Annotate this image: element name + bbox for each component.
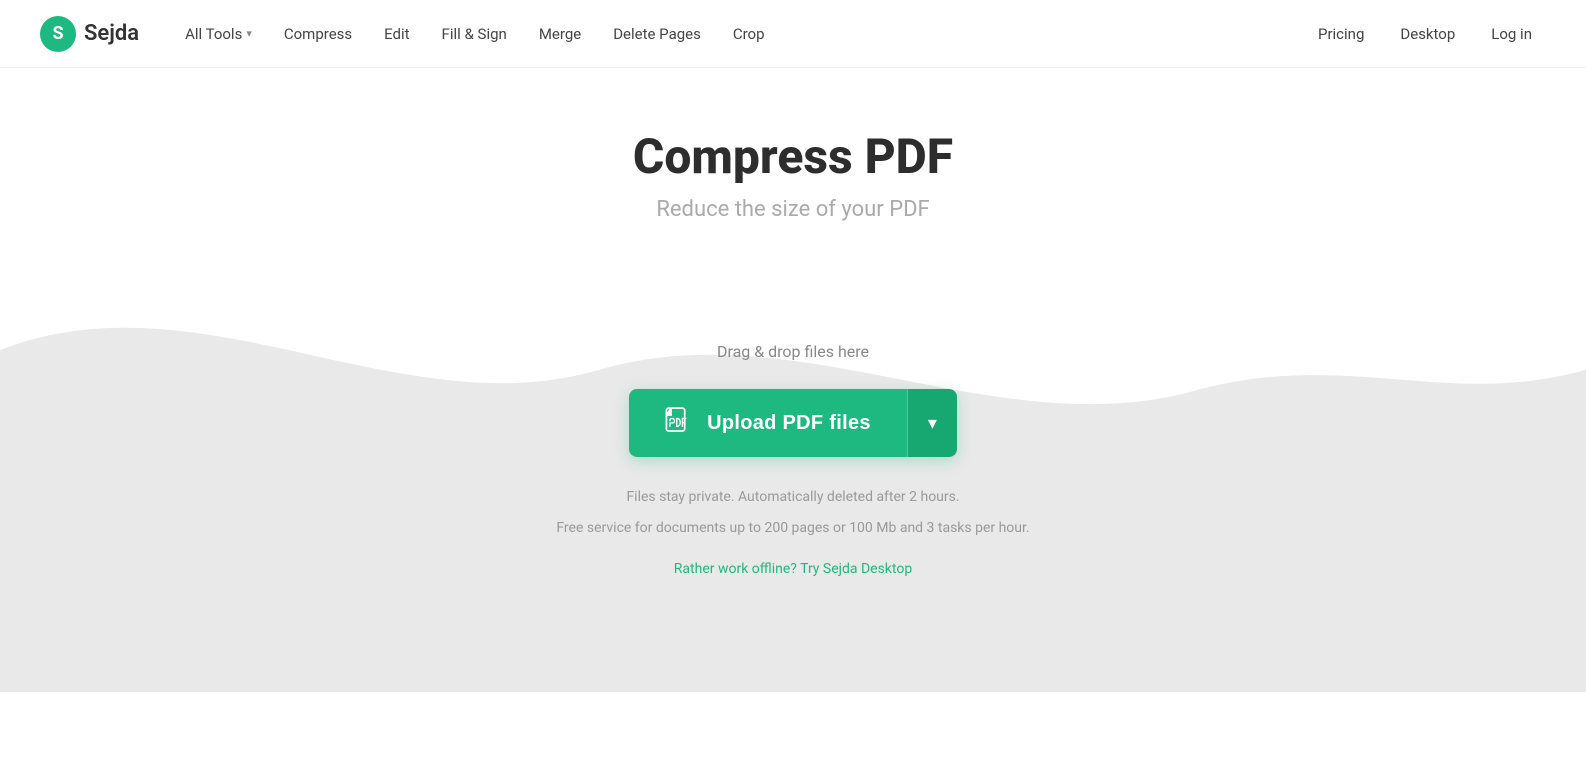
wave-section: Drag & drop files here Upload PDF files … [0, 272, 1586, 692]
nav-right: Pricing Desktop Log in [1304, 17, 1546, 51]
hero-subtitle: Reduce the size of your PDF [20, 197, 1566, 222]
nav-edit[interactable]: Edit [370, 17, 423, 51]
nav-pricing[interactable]: Pricing [1304, 17, 1378, 51]
upload-area: Drag & drop files here Upload PDF files … [0, 272, 1586, 657]
nav-desktop[interactable]: Desktop [1386, 17, 1469, 51]
upload-button-group: Upload PDF files ▾ [629, 389, 957, 457]
hero-section: Compress PDF Reduce the size of your PDF [0, 68, 1586, 252]
privacy-text-line2: Free service for documents up to 200 pag… [556, 516, 1029, 541]
logo-link[interactable]: S Sejda [40, 16, 139, 52]
nav-login[interactable]: Log in [1477, 17, 1546, 51]
offline-link[interactable]: Rather work offline? Try Sejda Desktop [674, 561, 912, 577]
nav-crop[interactable]: Crop [719, 17, 779, 51]
logo-icon: S [40, 16, 76, 52]
brand-name: Sejda [84, 21, 139, 46]
nav-fill-sign[interactable]: Fill & Sign [428, 17, 521, 51]
main-nav: All Tools ▾ Compress Edit Fill & Sign Me… [171, 17, 1304, 51]
nav-compress[interactable]: Compress [270, 17, 366, 51]
nav-all-tools[interactable]: All Tools ▾ [171, 17, 266, 51]
privacy-text-line1: Files stay private. Automatically delete… [626, 485, 959, 510]
upload-dropdown-button[interactable]: ▾ [907, 389, 957, 457]
chevron-down-icon: ▾ [246, 27, 252, 40]
nav-delete-pages[interactable]: Delete Pages [599, 17, 715, 51]
pdf-file-icon [665, 407, 693, 439]
page-title: Compress PDF [20, 128, 1566, 185]
chevron-down-icon: ▾ [928, 413, 937, 434]
upload-pdf-button[interactable]: Upload PDF files [629, 389, 907, 457]
header: S Sejda All Tools ▾ Compress Edit Fill &… [0, 0, 1586, 68]
upload-button-label: Upload PDF files [707, 412, 871, 435]
drag-drop-label: Drag & drop files here [717, 342, 869, 361]
nav-merge[interactable]: Merge [525, 17, 595, 51]
